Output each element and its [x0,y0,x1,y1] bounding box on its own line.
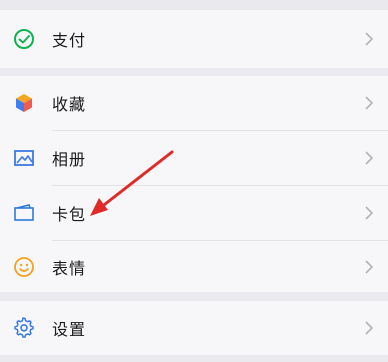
chevron-right-icon [365,151,374,165]
main-group: 收藏 相册 卡包 表情 [0,76,388,292]
menu-item-favorites[interactable]: 收藏 [0,76,388,130]
pay-icon [12,27,36,51]
album-image-icon [12,146,36,170]
menu-item-pay[interactable]: 支付 [0,10,388,68]
menu-item-cards[interactable]: 卡包 [0,186,388,240]
menu-item-album[interactable]: 相册 [0,131,388,185]
chevron-right-icon [365,259,374,274]
chevron-right-icon [365,206,374,220]
card-wallet-icon [12,201,36,225]
chevron-right-icon [365,96,374,110]
chevron-right-icon [365,32,374,46]
favorites-cube-icon [12,91,36,115]
album-label: 相册 [52,150,87,169]
smiley-icon [12,255,36,279]
pay-label: 支付 [52,31,87,50]
menu-item-stickers[interactable]: 表情 [0,241,388,292]
settings-group: 设置 [0,301,388,355]
menu-item-settings[interactable]: 设置 [0,301,388,355]
pay-group: 支付 [0,10,388,68]
settings-label: 设置 [52,320,87,339]
gear-icon [12,316,36,340]
favorites-label: 收藏 [52,95,87,114]
chevron-right-icon [365,321,374,335]
cards-label: 卡包 [52,205,87,224]
stickers-label: 表情 [52,258,87,278]
